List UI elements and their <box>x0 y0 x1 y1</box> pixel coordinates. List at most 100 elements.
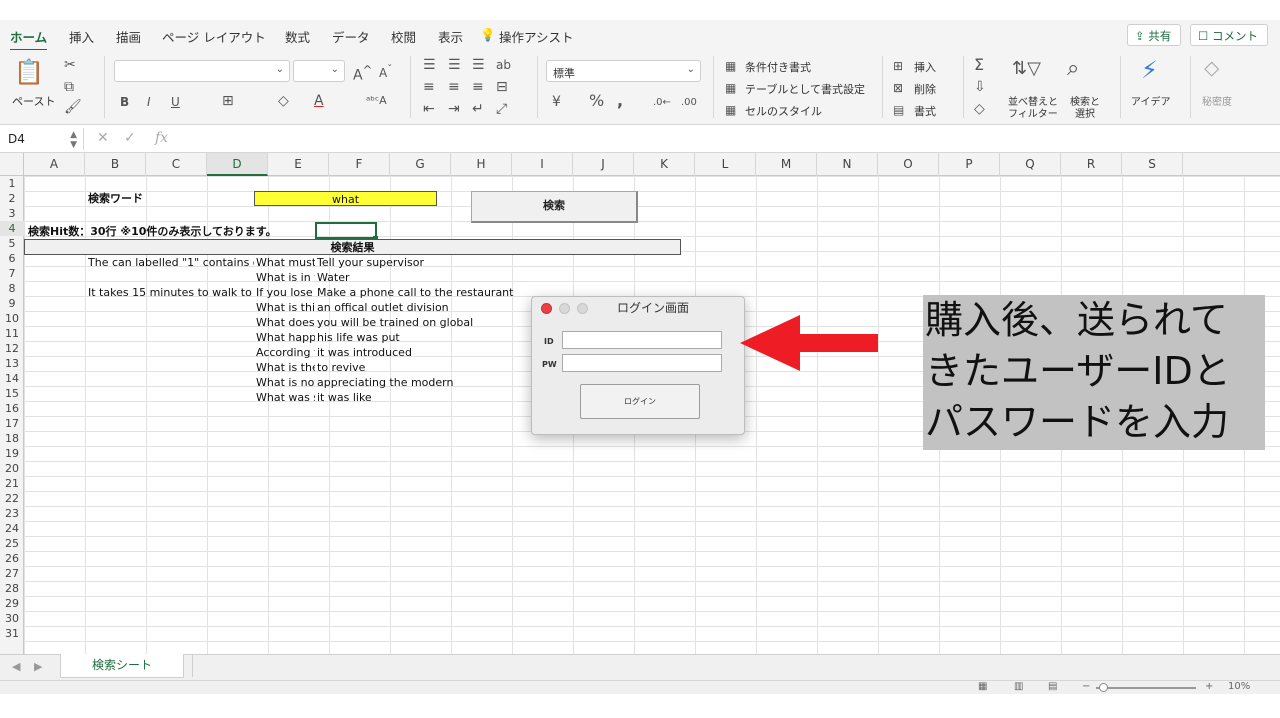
font-grow-icon[interactable]: A^ <box>353 63 372 83</box>
row-header-26[interactable]: 26 <box>0 551 24 566</box>
row-header-10[interactable]: 10 <box>0 311 24 326</box>
prev-sheet-icon[interactable]: ◀ <box>12 660 20 673</box>
column-header-n[interactable]: N <box>817 153 878 176</box>
font-color-icon[interactable]: A <box>314 94 324 108</box>
tab-formulas[interactable]: 数式 <box>285 27 310 46</box>
autosum-icon[interactable]: Σ <box>974 57 984 73</box>
row-header-22[interactable]: 22 <box>0 491 24 506</box>
column-header-h[interactable]: H <box>451 153 512 176</box>
row-header-17[interactable]: 17 <box>0 416 24 431</box>
row-header-5[interactable]: 5 <box>0 236 24 251</box>
search-button[interactable]: 検索 <box>471 191 638 223</box>
italic-icon[interactable]: I <box>147 95 151 109</box>
row-header-7[interactable]: 7 <box>0 266 24 281</box>
outdent-icon[interactable]: ⇤ <box>423 102 435 116</box>
copy-icon[interactable]: ⧉ <box>64 80 74 94</box>
column-header-b[interactable]: B <box>85 153 146 176</box>
page-layout-view-icon[interactable]: ▥ <box>1014 681 1023 693</box>
zoom-level[interactable]: 10% <box>1228 681 1250 693</box>
bold-icon[interactable]: B <box>120 95 129 109</box>
font-size-combo[interactable]: ⌄ <box>293 60 345 82</box>
column-header-s[interactable]: S <box>1122 153 1183 176</box>
row-header-8[interactable]: 8 <box>0 281 24 296</box>
row-header-13[interactable]: 13 <box>0 356 24 371</box>
row-header-25[interactable]: 25 <box>0 536 24 551</box>
select-all-corner[interactable] <box>0 153 24 176</box>
active-cell-d4[interactable] <box>315 222 377 239</box>
align-bottom-icon[interactable]: ☰ <box>472 58 485 72</box>
column-header-f[interactable]: F <box>329 153 390 176</box>
column-header-j[interactable]: J <box>573 153 634 176</box>
function-icon[interactable]: fx <box>155 130 168 146</box>
id-input[interactable] <box>562 331 722 349</box>
sensitivity-icon[interactable]: ⬦ <box>1204 58 1219 80</box>
tab-view[interactable]: 表示 <box>438 27 463 46</box>
currency-icon[interactable]: ¥ <box>552 95 561 109</box>
delete-cells-button[interactable]: 削除 <box>914 81 936 97</box>
sheet-tab-search[interactable]: 検索シート <box>60 654 184 678</box>
next-sheet-icon[interactable]: ▶ <box>34 660 42 673</box>
row-header-14[interactable]: 14 <box>0 371 24 386</box>
align-middle-icon[interactable]: ☰ <box>448 58 461 72</box>
row-header-31[interactable]: 31 <box>0 626 24 641</box>
align-right-icon[interactable]: ≡ <box>472 80 484 94</box>
row-header-1[interactable]: 1 <box>0 176 24 191</box>
row-header-19[interactable]: 19 <box>0 446 24 461</box>
merge-center-icon[interactable]: ⊟ <box>496 80 508 94</box>
row-header-27[interactable]: 27 <box>0 566 24 581</box>
column-header-o[interactable]: O <box>878 153 939 176</box>
column-header-r[interactable]: R <box>1061 153 1122 176</box>
column-header-p[interactable]: P <box>939 153 1000 176</box>
column-header-g[interactable]: G <box>390 153 451 176</box>
zoom-in-icon[interactable]: + <box>1205 681 1213 693</box>
column-header-i[interactable]: I <box>512 153 573 176</box>
ideas-icon[interactable]: ⚡ <box>1141 58 1158 82</box>
row-header-21[interactable]: 21 <box>0 476 24 491</box>
wrap-text-icon[interactable]: ↵ <box>472 102 484 116</box>
underline-icon[interactable]: U <box>171 95 180 109</box>
row-header-24[interactable]: 24 <box>0 521 24 536</box>
tab-data[interactable]: データ <box>332 27 370 46</box>
search-word-input[interactable]: what <box>254 191 437 206</box>
table-format-button[interactable]: テーブルとして書式設定 <box>745 81 865 97</box>
confirm-icon[interactable]: ✓ <box>124 130 136 146</box>
border-icon[interactable]: ⊞ <box>222 94 234 108</box>
tab-insert[interactable]: 挿入 <box>69 27 94 46</box>
decrease-decimal-icon[interactable]: .00 <box>681 96 697 110</box>
number-format-combo[interactable]: 標準 ⌄ <box>546 60 701 82</box>
insert-cells-button[interactable]: 挿入 <box>914 59 936 75</box>
column-header-m[interactable]: M <box>756 153 817 176</box>
login-button[interactable]: ログイン <box>580 384 700 419</box>
indent-icon[interactable]: ⇥ <box>448 102 460 116</box>
percent-icon[interactable]: % <box>589 93 604 109</box>
row-header-15[interactable]: 15 <box>0 386 24 401</box>
search-icon[interactable]: ⌕ <box>1067 58 1079 80</box>
font-shrink-icon[interactable]: Aˇ <box>379 63 392 80</box>
column-header-d[interactable]: D <box>207 153 268 176</box>
cut-icon[interactable]: ✂ <box>64 58 76 72</box>
tab-page-layout[interactable]: ページ レイアウト <box>162 27 266 46</box>
column-header-a[interactable]: A <box>24 153 85 176</box>
column-header-l[interactable]: L <box>695 153 756 176</box>
fill-color-icon[interactable]: ◇ <box>278 94 289 108</box>
row-header-30[interactable]: 30 <box>0 611 24 626</box>
angle-text-icon[interactable]: ⤢ <box>496 102 507 116</box>
row-header-11[interactable]: 11 <box>0 326 24 341</box>
pw-input[interactable] <box>562 354 722 372</box>
cell-style-button[interactable]: セルのスタイル <box>745 103 822 119</box>
tab-draw[interactable]: 描画 <box>116 27 141 46</box>
align-top-icon[interactable]: ☰ <box>423 58 436 72</box>
tab-home[interactable]: ホーム <box>10 27 48 52</box>
page-break-view-icon[interactable]: ▤ <box>1048 681 1057 693</box>
cancel-icon[interactable]: ✕ <box>97 130 109 146</box>
align-center-icon[interactable]: ≡ <box>448 80 460 94</box>
tab-review[interactable]: 校閲 <box>391 27 416 46</box>
paste-icon[interactable]: 📋 <box>14 60 44 84</box>
row-header-23[interactable]: 23 <box>0 506 24 521</box>
format-painter-icon[interactable]: 🖌 <box>64 100 82 114</box>
row-header-28[interactable]: 28 <box>0 581 24 596</box>
align-left-icon[interactable]: ≡ <box>423 80 435 94</box>
zoom-slider-thumb[interactable] <box>1099 683 1108 692</box>
font-name-combo[interactable]: ⌄ <box>114 60 290 82</box>
share-button[interactable]: ⇪ 共有 <box>1127 24 1181 46</box>
